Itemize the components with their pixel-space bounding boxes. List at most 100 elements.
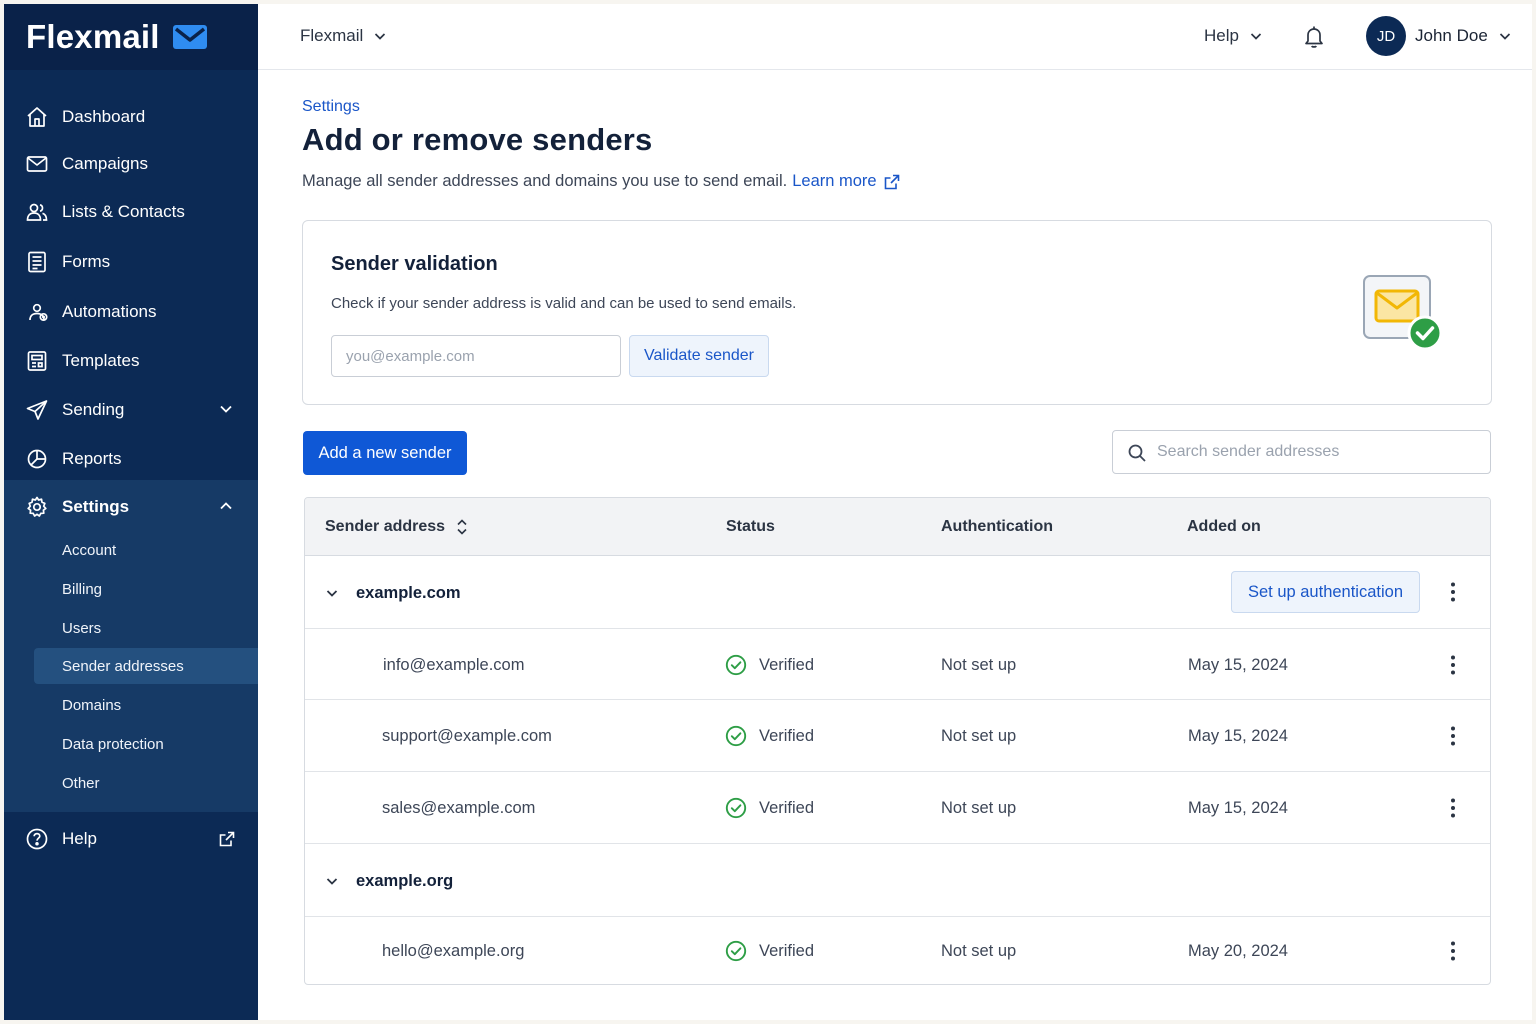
table-row: info@example.com Verified Not set up May… bbox=[305, 629, 1490, 700]
column-header-status: Status bbox=[726, 518, 775, 535]
status-badge: Verified bbox=[725, 725, 814, 747]
validate-sender-button[interactable]: Validate sender bbox=[629, 335, 769, 377]
external-link-icon[interactable] bbox=[883, 173, 901, 191]
validation-description: Check if your sender address is valid an… bbox=[331, 295, 797, 312]
sidebar-subitem-billing[interactable]: Billing bbox=[34, 571, 258, 607]
domain-group-row: example.com Set up authentication bbox=[305, 556, 1490, 629]
auth-status: Not set up bbox=[941, 656, 1017, 674]
status-text: Verified bbox=[759, 726, 815, 745]
auth-status: Not set up bbox=[941, 799, 1017, 817]
chevron-down-icon[interactable] bbox=[218, 401, 234, 417]
set-up-authentication-button[interactable]: Set up authentication bbox=[1231, 571, 1420, 613]
sidebar-item-label: Automations bbox=[62, 302, 157, 321]
check-circle-icon bbox=[725, 654, 747, 676]
form-icon bbox=[24, 249, 50, 275]
app-frame: Flexmail Dashboard Campaigns Lists & Con… bbox=[4, 4, 1532, 1020]
sidebar-subitem-account[interactable]: Account bbox=[34, 532, 258, 568]
added-date: May 15, 2024 bbox=[1188, 727, 1288, 745]
status-text: Verified bbox=[759, 655, 815, 674]
chevron-down-icon[interactable] bbox=[325, 874, 339, 888]
validation-title: Sender validation bbox=[331, 253, 498, 275]
chevron-down-icon bbox=[1250, 33, 1262, 40]
sender-validation-card: Sender validation Check if your sender a… bbox=[302, 220, 1492, 405]
chevron-up-icon[interactable] bbox=[218, 498, 234, 514]
sidebar-item-automations[interactable]: Automations bbox=[4, 291, 258, 333]
users-icon bbox=[24, 199, 50, 225]
sidebar-item-label: Help bbox=[62, 829, 97, 848]
sidebar-subitem-users[interactable]: Users bbox=[34, 610, 258, 646]
page-title: Add or remove senders bbox=[302, 122, 653, 157]
more-options-icon[interactable] bbox=[1443, 580, 1463, 604]
sidebar-subitem-sender-addresses[interactable]: Sender addresses bbox=[34, 648, 258, 684]
more-options-icon[interactable] bbox=[1443, 653, 1463, 677]
help-menu[interactable]: Help bbox=[1204, 26, 1263, 46]
logo[interactable]: Flexmail bbox=[4, 4, 258, 70]
sidebar-item-help[interactable]: Help bbox=[4, 818, 258, 860]
added-date: May 15, 2024 bbox=[1188, 799, 1288, 817]
search-icon bbox=[1128, 444, 1146, 462]
check-circle-icon bbox=[725, 725, 747, 747]
table-header: Sender address Status Authentication Add… bbox=[305, 498, 1490, 556]
add-new-sender-button[interactable]: Add a new sender bbox=[303, 431, 467, 475]
external-link-icon bbox=[219, 831, 235, 847]
template-icon bbox=[24, 348, 50, 374]
column-header-label: Sender address bbox=[325, 518, 446, 535]
workspace-name: Flexmail bbox=[300, 26, 364, 45]
table-row: hello@example.org Verified Not set up Ma… bbox=[305, 917, 1490, 984]
sidebar-item-label: Forms bbox=[62, 252, 111, 271]
search-input[interactable] bbox=[1157, 437, 1477, 467]
auth-status: Not set up bbox=[941, 942, 1017, 960]
search-box bbox=[1112, 430, 1491, 474]
sidebar-subitem-data-protection[interactable]: Data protection bbox=[34, 726, 258, 762]
column-header-sender-address[interactable]: Sender address bbox=[325, 518, 469, 536]
sender-address: hello@example.org bbox=[382, 942, 525, 960]
status-text: Verified bbox=[759, 798, 815, 817]
home-icon bbox=[24, 104, 50, 130]
avatar[interactable]: JD bbox=[1366, 16, 1406, 56]
status-badge: Verified bbox=[725, 654, 814, 676]
reports-icon bbox=[24, 446, 50, 472]
domain-name: example.com bbox=[356, 584, 461, 602]
chevron-down-icon[interactable] bbox=[325, 586, 339, 600]
sidebar-item-campaigns[interactable]: Campaigns bbox=[4, 143, 258, 185]
sidebar-item-forms[interactable]: Forms bbox=[4, 241, 258, 283]
status-text: Verified bbox=[759, 941, 815, 960]
user-menu[interactable]: John Doe bbox=[1415, 26, 1512, 46]
chevron-down-icon bbox=[1499, 33, 1510, 40]
domain-group-row: example.org bbox=[305, 844, 1490, 917]
sidebar-item-settings[interactable]: Settings bbox=[4, 486, 258, 528]
envelope-icon bbox=[24, 151, 50, 177]
check-circle-icon bbox=[725, 797, 747, 819]
more-options-icon[interactable] bbox=[1443, 939, 1463, 963]
sort-icon[interactable] bbox=[455, 518, 469, 536]
sidebar-subitem-domains[interactable]: Domains bbox=[34, 687, 258, 723]
added-date: May 20, 2024 bbox=[1188, 942, 1288, 960]
more-options-icon[interactable] bbox=[1443, 724, 1463, 748]
sidebar: Flexmail Dashboard Campaigns Lists & Con… bbox=[4, 4, 258, 1020]
sidebar-item-label: Templates bbox=[62, 351, 140, 370]
help-menu-label: Help bbox=[1204, 26, 1239, 45]
validation-email-input[interactable] bbox=[331, 335, 621, 377]
check-circle-icon bbox=[725, 940, 747, 962]
sender-address: info@example.com bbox=[383, 656, 525, 674]
workspace-switcher[interactable]: Flexmail bbox=[300, 26, 387, 46]
sidebar-item-templates[interactable]: Templates bbox=[4, 340, 258, 382]
more-options-icon[interactable] bbox=[1443, 796, 1463, 820]
auth-status: Not set up bbox=[941, 727, 1017, 745]
paper-plane-icon bbox=[24, 397, 50, 423]
bell-icon[interactable] bbox=[1302, 24, 1326, 50]
breadcrumb[interactable]: Settings bbox=[302, 98, 360, 116]
chevron-down-icon bbox=[375, 33, 386, 40]
sidebar-item-label: Campaigns bbox=[62, 154, 148, 173]
status-badge: Verified bbox=[725, 797, 814, 819]
table-row: support@example.com Verified Not set up … bbox=[305, 700, 1490, 772]
sidebar-item-sending[interactable]: Sending bbox=[4, 389, 258, 431]
sidebar-item-dashboard[interactable]: Dashboard bbox=[4, 96, 258, 138]
sidebar-subitem-other[interactable]: Other bbox=[34, 765, 258, 801]
logo-text: Flexmail bbox=[26, 18, 160, 55]
sidebar-item-reports[interactable]: Reports bbox=[4, 438, 258, 480]
learn-more-link[interactable]: Learn more bbox=[792, 172, 876, 191]
automation-icon bbox=[24, 299, 50, 325]
senders-table: Sender address Status Authentication Add… bbox=[304, 497, 1491, 985]
sidebar-item-lists-contacts[interactable]: Lists & Contacts bbox=[4, 191, 258, 233]
